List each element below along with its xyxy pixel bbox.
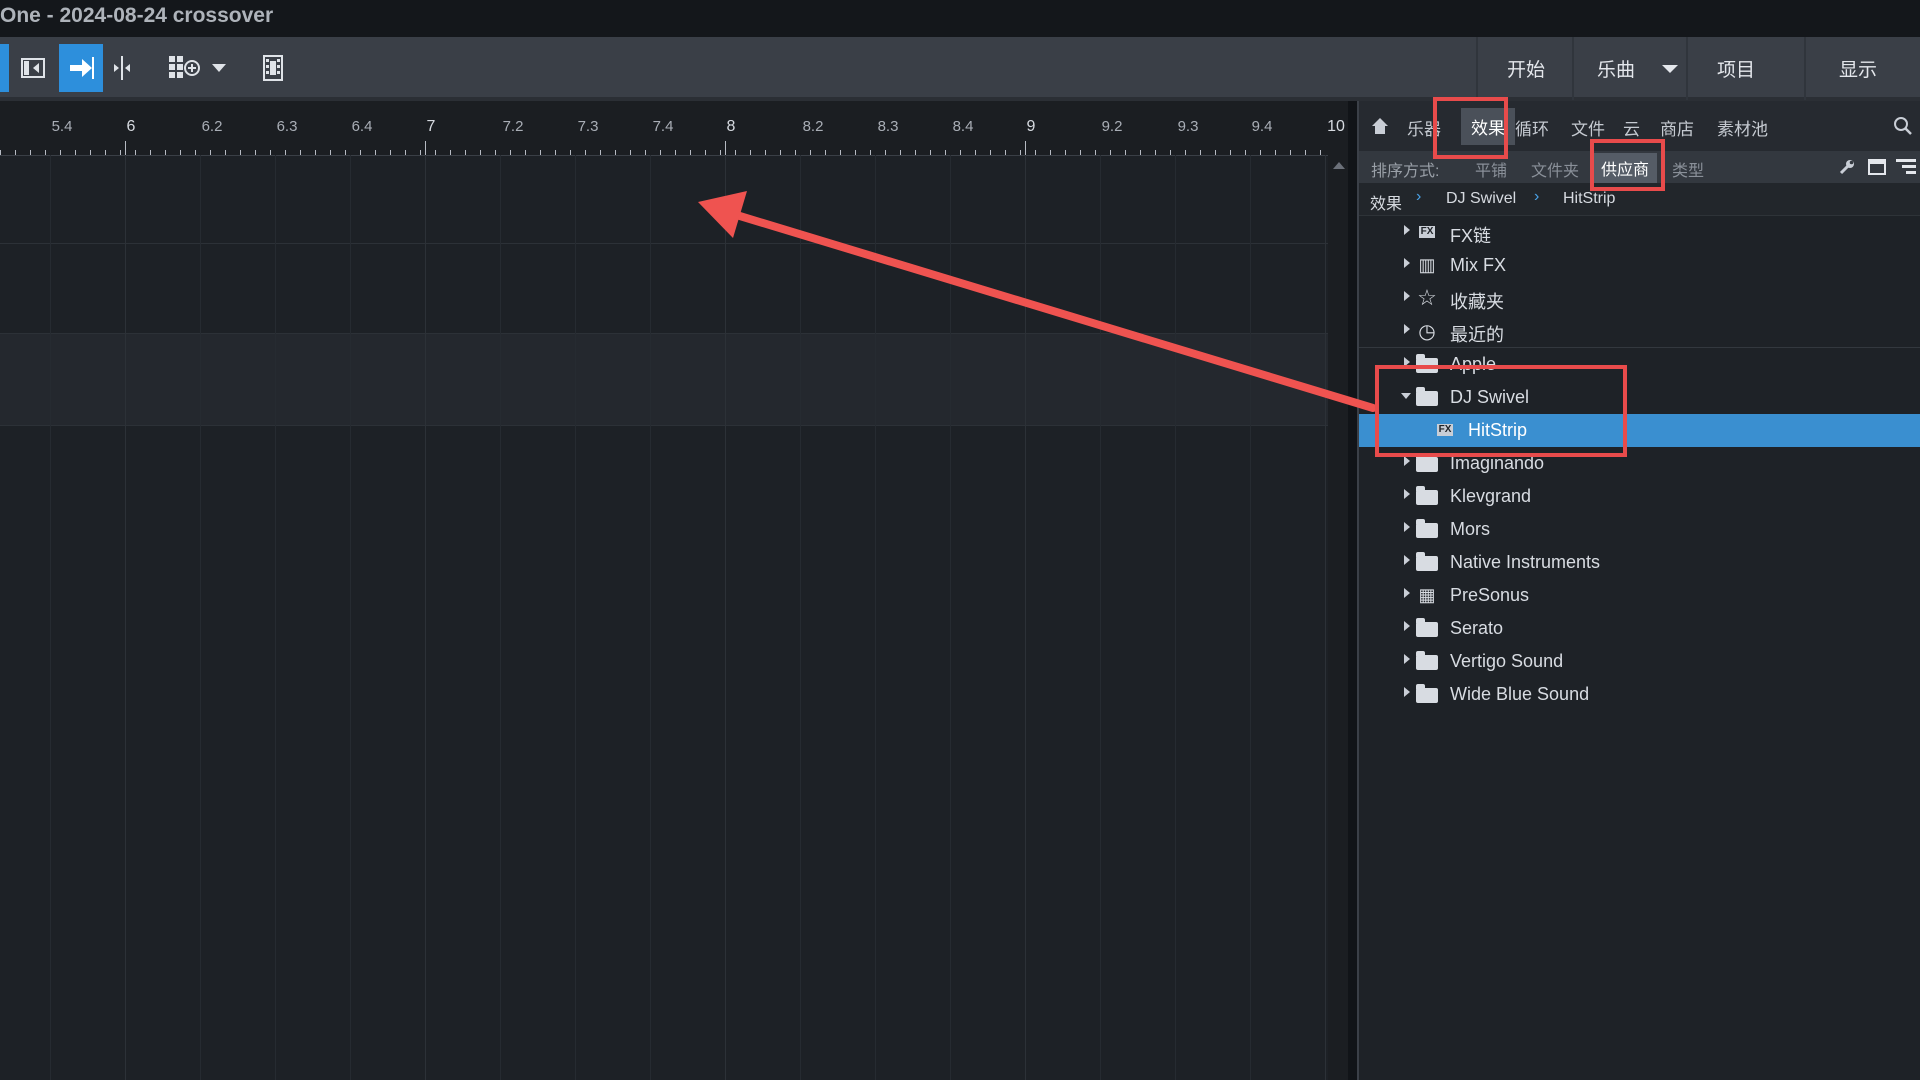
annotation-arrow bbox=[698, 191, 1377, 412]
